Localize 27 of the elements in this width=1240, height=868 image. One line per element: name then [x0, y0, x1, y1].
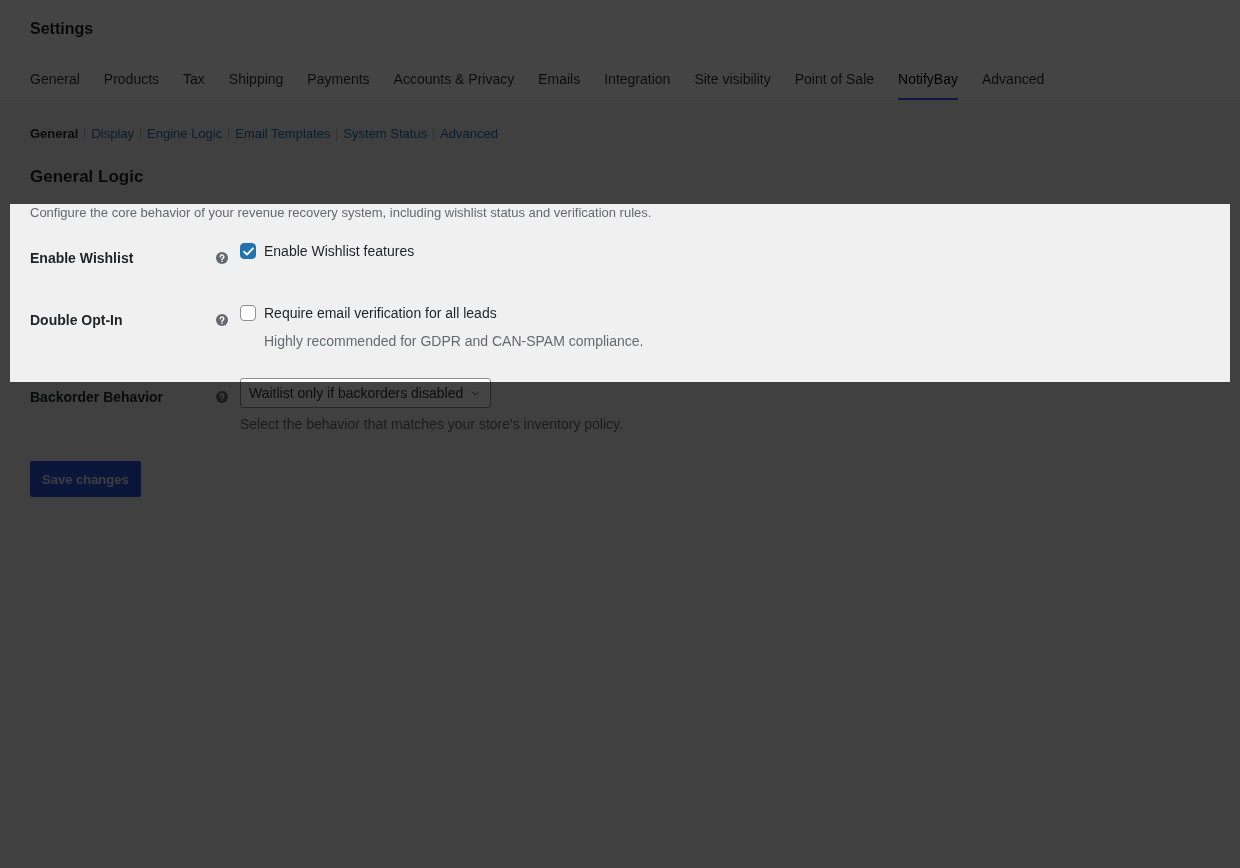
checkbox[interactable]	[240, 243, 256, 259]
settings-tab[interactable]: Products	[103, 58, 160, 100]
section-description: Configure the core behavior of your revenue recovery system, including wishlist status and verification rules.	[30, 204, 653, 222]
subsection-link[interactable]: General	[30, 125, 79, 143]
settings-tab[interactable]: Shipping	[228, 58, 284, 100]
checkbox-label: Require email verification for all leads	[264, 304, 497, 323]
settings-tab[interactable]: Integration	[604, 58, 671, 100]
field-label: Backorder Behavior	[30, 388, 164, 407]
section-title: General Logic	[30, 166, 145, 188]
field-label: Enable Wishlist	[30, 249, 134, 268]
help-icon[interactable]	[216, 252, 228, 264]
check-icon	[242, 246, 254, 256]
settings-tab[interactable]: Tax	[183, 58, 205, 100]
page-title: Settings	[30, 19, 94, 39]
field-description: Highly recommended for GDPR and CAN-SPAM compliance.	[263, 332, 645, 351]
checkbox-label: Enable Wishlist features	[264, 242, 415, 261]
settings-tab[interactable]: Accounts & Privacy	[393, 58, 515, 100]
settings-tab[interactable]: General	[30, 58, 80, 100]
settings-tab[interactable]: Advanced	[981, 58, 1045, 100]
settings-tab[interactable]: NotifyBay	[898, 58, 958, 100]
settings-tab[interactable]: Payments	[307, 58, 370, 100]
settings-tab[interactable]: Point of Sale	[794, 58, 875, 100]
checkbox[interactable]	[240, 305, 256, 321]
settings-tab[interactable]: Emails	[538, 58, 581, 100]
settings-tab[interactable]: Site visibility	[694, 58, 771, 100]
field-label: Double Opt-In	[30, 311, 123, 330]
help-icon[interactable]	[216, 314, 228, 326]
